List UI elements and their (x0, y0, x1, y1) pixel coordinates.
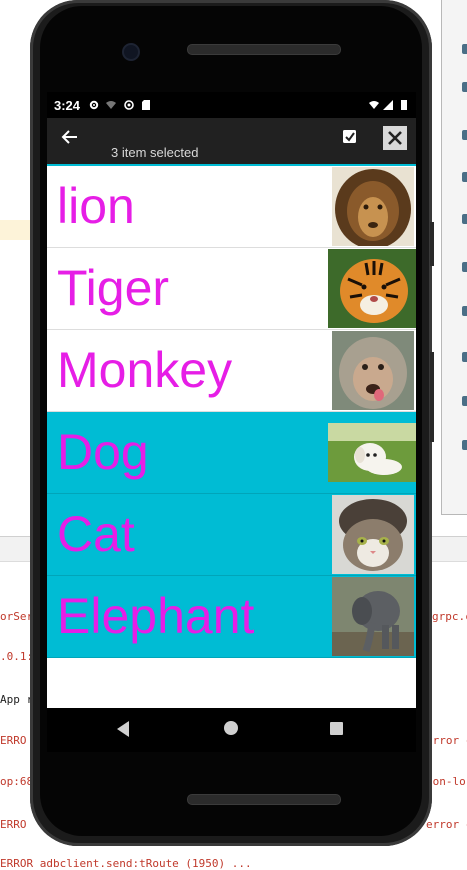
bottom-speaker (187, 794, 341, 805)
list-item-lion[interactable]: lion (47, 166, 416, 248)
list-item-elephant[interactable]: Elephant (47, 576, 416, 658)
list-item-dog[interactable]: Dog (47, 412, 416, 494)
nav-back-icon[interactable] (117, 721, 129, 737)
tool-icon[interactable] (462, 396, 467, 406)
system-navigation-bar (47, 708, 416, 752)
animal-name: Elephant (57, 588, 255, 644)
elephant-photo (332, 577, 414, 656)
list-item-cat[interactable]: Cat (47, 494, 416, 576)
tool-icon[interactable] (462, 172, 467, 182)
settings-icon (89, 100, 99, 110)
dog-photo (328, 423, 416, 482)
animal-name: Tiger (57, 260, 170, 316)
animal-list: lion Tiger Monkey Dog Cat Elephant (47, 166, 416, 658)
status-time: 3:24 (54, 98, 81, 113)
log-line: grpc.c (432, 610, 467, 623)
log-line: error c (426, 818, 467, 831)
tool-icon[interactable] (462, 262, 467, 272)
selection-count-text: 3 item selected (111, 145, 199, 160)
tool-icon[interactable] (462, 440, 467, 450)
app-screen: 3:24 3 item selected lion Tiger Monkey D… (47, 92, 416, 708)
list-item-monkey[interactable]: Monkey (47, 330, 416, 412)
signal-icon (383, 100, 393, 110)
tool-icon[interactable] (462, 130, 467, 140)
checkbox-icon (343, 130, 356, 143)
tool-icon[interactable] (462, 44, 467, 54)
log-line: error c (426, 734, 467, 747)
log-line: ERRO (0, 818, 27, 831)
sd-card-icon (142, 100, 150, 110)
tool-icon[interactable] (462, 352, 467, 362)
network-icon (106, 101, 116, 109)
nav-recents-icon[interactable] (330, 722, 343, 735)
animal-name: Cat (57, 506, 135, 562)
lion-photo (332, 167, 414, 246)
earpiece-speaker (187, 44, 341, 55)
battery-icon (401, 100, 407, 110)
animal-name: Monkey (57, 342, 233, 398)
front-camera-icon (122, 43, 140, 61)
tool-icon[interactable] (462, 82, 467, 92)
monkey-photo (332, 331, 414, 410)
animal-name: lion (57, 178, 135, 234)
animal-name: Dog (57, 424, 149, 480)
cat-photo (332, 495, 414, 574)
tool-icon[interactable] (462, 214, 467, 224)
ide-tool-strip (441, 0, 467, 515)
select-all-button[interactable] (340, 127, 360, 147)
sync-icon (124, 100, 134, 110)
nav-home-icon[interactable] (224, 721, 238, 735)
volume-button (430, 222, 434, 266)
log-line: op:68 (0, 775, 34, 788)
back-button[interactable] (57, 124, 83, 150)
wifi-icon (369, 101, 379, 109)
contextual-action-bar: 3 item selected (47, 118, 416, 164)
arrow-left-icon (61, 130, 77, 144)
editor-line-highlight (0, 220, 32, 240)
log-line: ERRO (0, 734, 27, 747)
power-button (430, 352, 434, 442)
status-bar: 3:24 (47, 92, 416, 118)
close-selection-button[interactable] (383, 126, 407, 150)
log-line: App r (0, 693, 34, 706)
tiger-photo (328, 249, 416, 328)
log-line: orSer (0, 610, 34, 623)
list-item-tiger[interactable]: Tiger (47, 248, 416, 330)
close-icon (388, 131, 402, 145)
tool-icon[interactable] (462, 306, 467, 316)
